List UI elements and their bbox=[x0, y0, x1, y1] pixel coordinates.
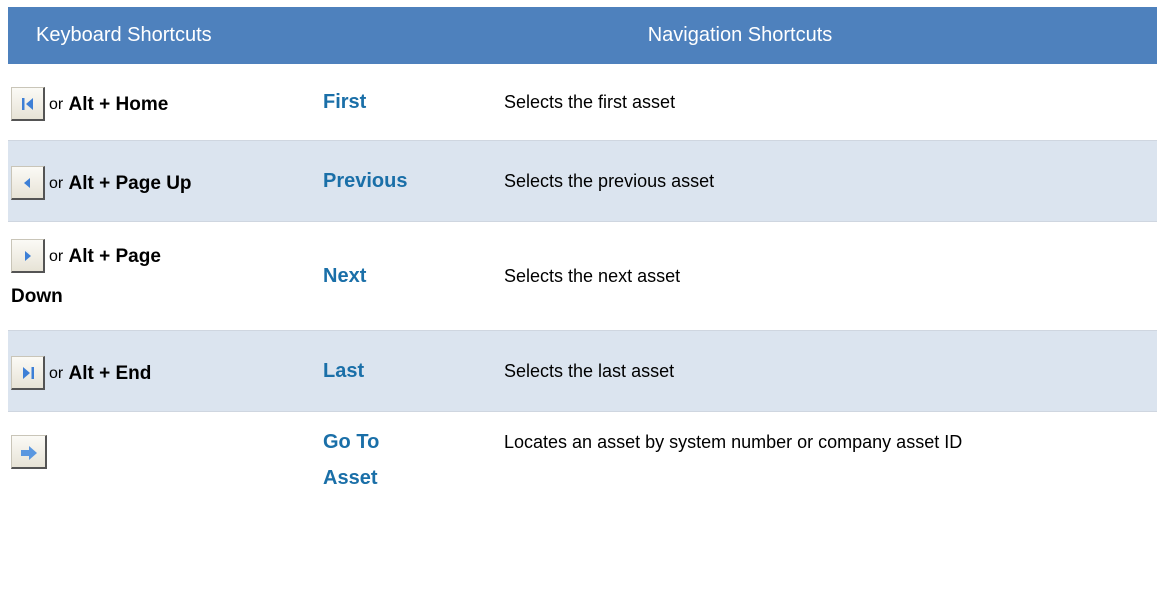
next-icon bbox=[25, 250, 31, 261]
or-label: or bbox=[49, 95, 64, 113]
table-row: or Alt + Page Down Next Selects the next… bbox=[8, 221, 1158, 330]
command-last: Last bbox=[323, 359, 365, 382]
keyboard-shortcut-cell: or Alt + Page Down bbox=[8, 221, 323, 330]
shortcuts-page: Keyboard Shortcuts Navigation Shortcuts … bbox=[0, 0, 1163, 590]
last-button[interactable] bbox=[11, 355, 45, 390]
shortcuts-table: Keyboard Shortcuts Navigation Shortcuts … bbox=[8, 7, 1158, 514]
keyboard-shortcut-cell: or Alt + End bbox=[8, 330, 323, 411]
or-label: or bbox=[49, 174, 64, 192]
description: Selects the first asset bbox=[504, 91, 676, 112]
key-combo: Alt + End bbox=[68, 362, 152, 384]
first-icon bbox=[22, 97, 33, 110]
command-go-to-line2: Asset bbox=[323, 466, 378, 489]
key-combo: Alt + Home bbox=[68, 93, 169, 115]
table-row: or Alt + Home First Selects the first as… bbox=[8, 64, 1158, 140]
command-previous: Previous bbox=[323, 169, 408, 192]
first-button[interactable] bbox=[11, 86, 45, 121]
keyboard-shortcut-cell: or Alt + Home bbox=[8, 64, 323, 140]
last-icon bbox=[23, 366, 34, 379]
table-row: or Alt + End Last Selects the last asset bbox=[8, 330, 1158, 411]
key-combo-line1: Alt + Page bbox=[68, 245, 161, 267]
previous-button[interactable] bbox=[11, 165, 45, 200]
table-row: Go To Asset Locates an asset by system n… bbox=[8, 411, 1158, 514]
command-first: First bbox=[323, 90, 367, 113]
navigation-shortcuts-header: Navigation Shortcuts bbox=[323, 7, 1158, 64]
command-go-to-asset: Go To Asset bbox=[323, 411, 504, 514]
go-to-arrow-icon bbox=[21, 445, 37, 460]
description: Locates an asset by system number or com… bbox=[504, 431, 963, 452]
key-combo: Alt + Page Up bbox=[68, 172, 192, 194]
table-row: or Alt + Page Up Previous Selects the pr… bbox=[8, 140, 1158, 221]
previous-icon bbox=[24, 177, 30, 188]
keyboard-shortcut-cell: or Alt + Page Up bbox=[8, 140, 323, 221]
keyboard-shortcuts-header: Keyboard Shortcuts bbox=[8, 7, 323, 64]
description: Selects the previous asset bbox=[504, 170, 715, 191]
or-label: or bbox=[49, 247, 64, 265]
command-next: Next bbox=[323, 264, 367, 287]
description: Selects the next asset bbox=[504, 265, 681, 286]
table-header-row: Keyboard Shortcuts Navigation Shortcuts bbox=[8, 7, 1158, 64]
key-combo-line2: Down bbox=[11, 285, 63, 307]
keyboard-shortcut-cell bbox=[8, 411, 323, 514]
or-label: or bbox=[49, 364, 64, 382]
next-button[interactable] bbox=[11, 238, 45, 273]
go-to-asset-button[interactable] bbox=[11, 434, 47, 469]
description: Selects the last asset bbox=[504, 360, 675, 381]
command-go-to-line1: Go To bbox=[323, 430, 380, 453]
